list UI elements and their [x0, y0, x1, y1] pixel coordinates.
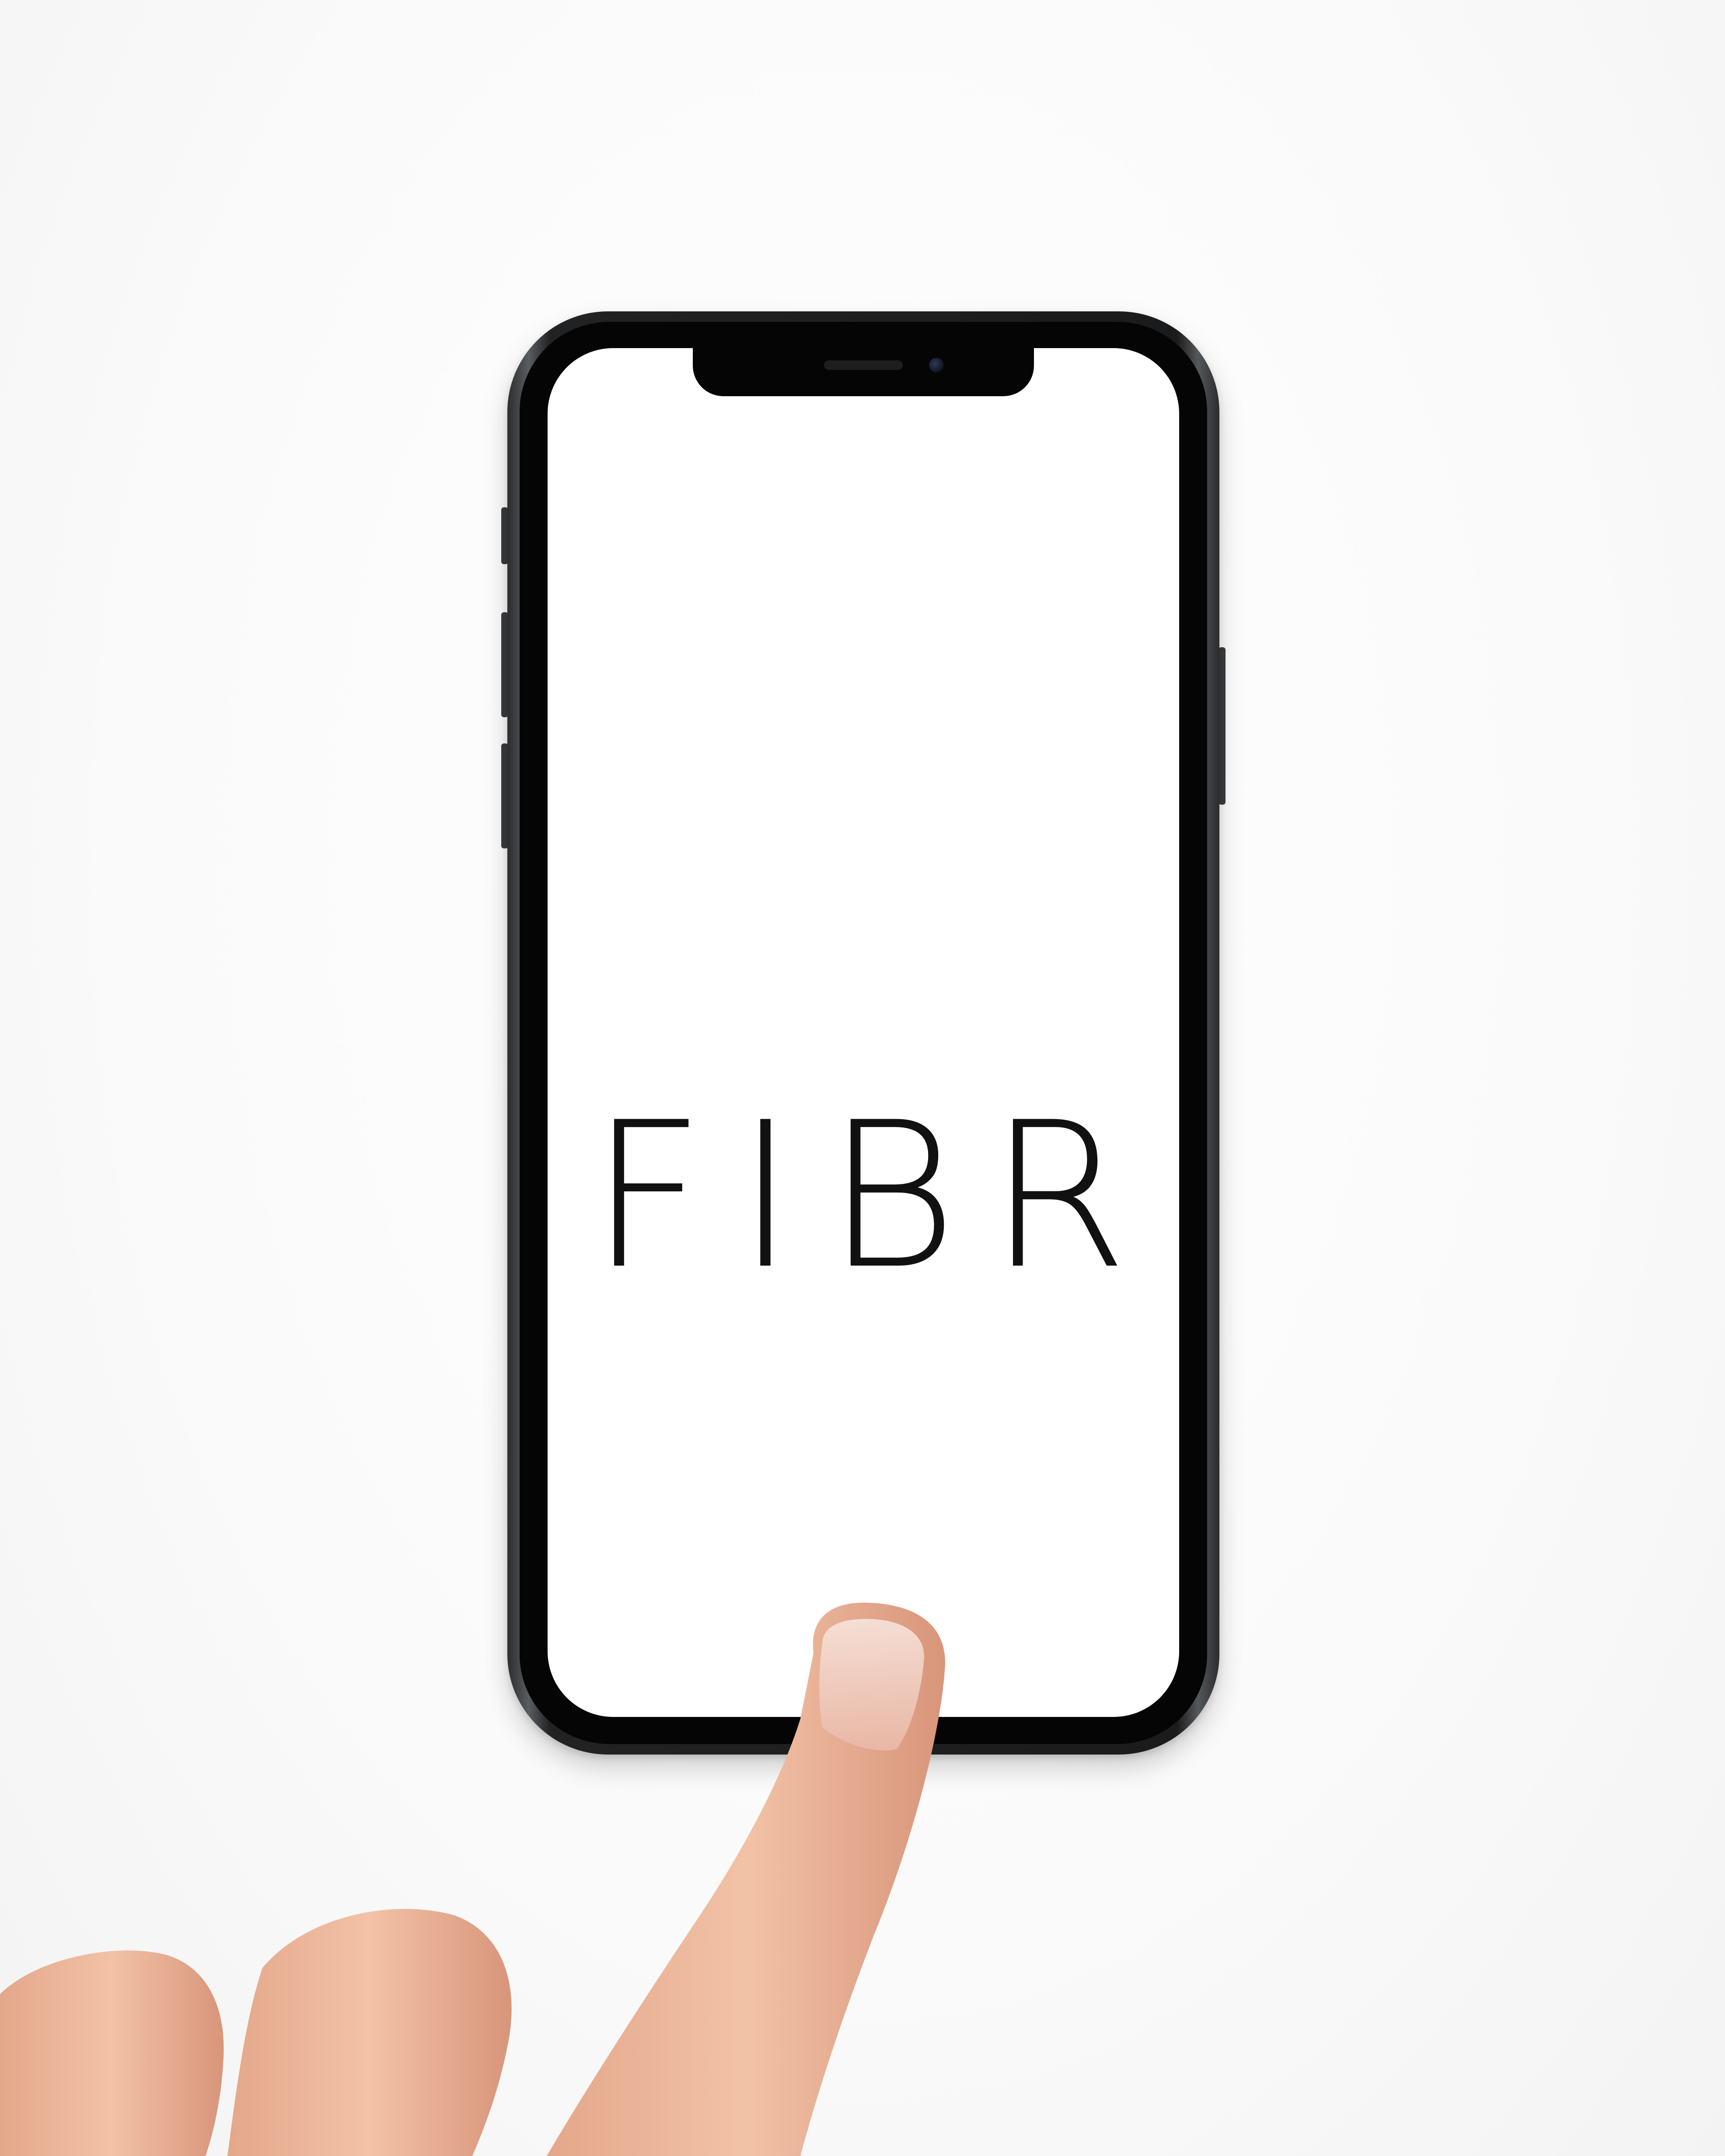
phone-screen[interactable]: FIBRE — [548, 348, 1179, 1717]
power-button — [1219, 647, 1226, 805]
fibre-wordmark: FIBRE — [590, 1079, 1179, 1313]
smartphone: FIBRE — [507, 311, 1219, 1755]
notch — [693, 348, 1034, 396]
earpiece-speaker — [824, 360, 903, 370]
front-camera-icon — [929, 358, 944, 373]
photo-scene: FIBRE — [0, 0, 1725, 2156]
